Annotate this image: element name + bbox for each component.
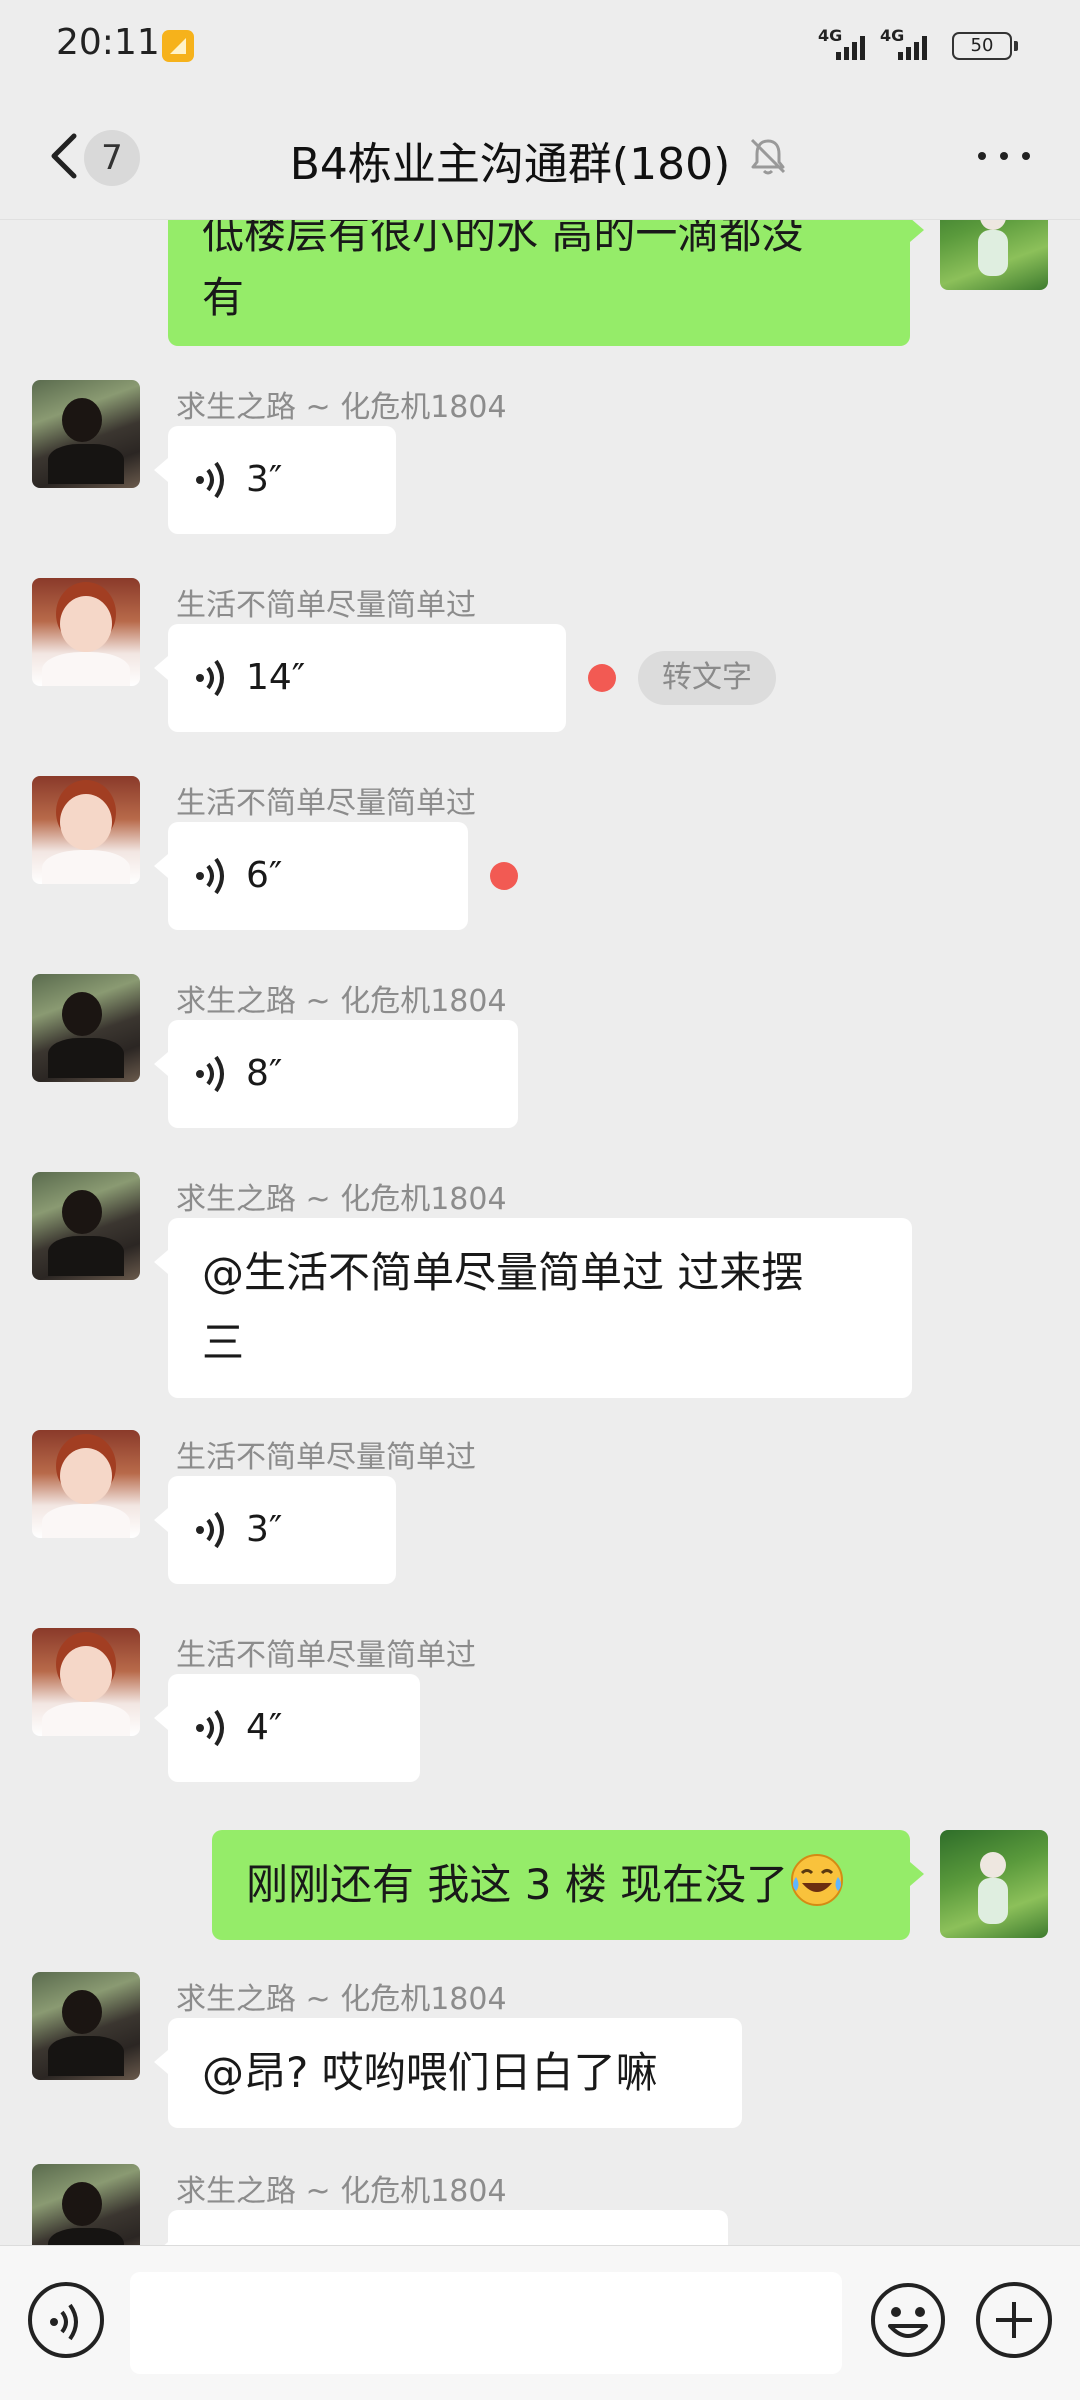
message-text: 刚刚还有 我这 3 楼 现在没了 [246, 1860, 789, 1909]
sender-avatar[interactable] [32, 578, 140, 686]
voice-message[interactable]: 3″ [154, 426, 396, 534]
sender-avatar[interactable] [32, 974, 140, 1082]
battery-icon: 50 [952, 32, 1018, 60]
voice-duration: 3″ [246, 1509, 283, 1550]
voice-duration: 6″ [246, 855, 283, 896]
voice-message[interactable]: 6″ [154, 822, 468, 930]
convert-to-text-button[interactable]: 转文字 [638, 651, 776, 705]
sender-avatar[interactable] [32, 1172, 140, 1280]
voice-wave-icon [196, 1055, 224, 1093]
sender-avatar[interactable] [32, 2164, 140, 2245]
sender-avatar[interactable] [32, 380, 140, 488]
unread-voice-dot [490, 862, 518, 890]
more-options-button[interactable] [974, 140, 1034, 170]
status-time: 20:11 [56, 22, 160, 63]
plus-button[interactable] [976, 2282, 1052, 2358]
my-avatar[interactable] [940, 1830, 1048, 1938]
message-bubble-outgoing[interactable]: 低楼层有很小的水 高的一滴都没 有 [168, 220, 924, 346]
unread-voice-dot [588, 664, 616, 692]
input-bar [0, 2245, 1080, 2400]
voice-mode-icon [50, 2303, 78, 2341]
voice-wave-icon [196, 1511, 224, 1549]
emoji-icon[interactable] [868, 2280, 948, 2360]
sender-name: 求生之路 ~ 化危机1804 [176, 390, 507, 425]
message-bubble-incoming[interactable]: @昂? 哎哟喂们日白了嘛 [154, 2018, 742, 2128]
chat-header: 7 B4栋业主沟通群(180) [0, 90, 1080, 220]
sender-avatar[interactable] [32, 1628, 140, 1736]
voice-message[interactable]: 14″ [154, 624, 566, 732]
signal-icon-2 [888, 36, 932, 60]
muted-bell-icon [751, 138, 786, 175]
message-text: @生活不简单尽量简单过 过来摆 [202, 1248, 804, 1297]
voice-message[interactable]: 4″ [154, 1674, 420, 1782]
sender-name: 生活不简单尽量简单过 [176, 1440, 476, 1475]
message-bubble-outgoing[interactable]: 刚刚还有 我这 3 楼 现在没了 [212, 1830, 924, 1940]
signal-icon [826, 36, 870, 60]
sender-name: 求生之路 ~ 化危机1804 [176, 1982, 507, 2017]
chat-title: B4栋业主沟通群(180) [0, 128, 1080, 192]
voice-wave-icon [196, 461, 224, 499]
voice-duration: 8″ [246, 1053, 283, 1094]
message-bubble-incoming[interactable]: @生活不简单尽量简单过 过来摆 三 [154, 1218, 912, 1398]
notification-app-icon [162, 30, 194, 62]
voice-wave-icon [196, 857, 224, 895]
laugh-cry-emoji-icon [791, 1854, 844, 1906]
sender-name: 求生之路 ~ 化危机1804 [176, 2174, 507, 2209]
message-text: 低楼层有很小的水 高的一滴都没 [202, 220, 804, 258]
sender-avatar[interactable] [32, 776, 140, 884]
sender-name: 生活不简单尽量简单过 [176, 1638, 476, 1673]
my-avatar[interactable] [940, 220, 1048, 290]
voice-duration: 4″ [246, 1707, 283, 1748]
voice-message[interactable]: 8″ [154, 1020, 518, 1128]
sender-avatar[interactable] [32, 1430, 140, 1538]
voice-duration: 14″ [246, 657, 306, 698]
group-name: B4栋业主沟通群(180) [289, 139, 731, 190]
message-text: 三 [202, 1318, 245, 1367]
voice-wave-icon [196, 659, 224, 697]
sender-name: 生活不简单尽量简单过 [176, 786, 476, 821]
sender-name: 求生之路 ~ 化危机1804 [176, 1182, 507, 1217]
sender-name: 生活不简单尽量简单过 [176, 588, 476, 623]
message-text: 有 [202, 273, 245, 322]
voice-message[interactable]: 3″ [154, 1476, 396, 1584]
message-input[interactable] [130, 2272, 842, 2374]
sender-name: 求生之路 ~ 化危机1804 [176, 984, 507, 1019]
message-bubble-incoming[interactable] [154, 2210, 728, 2245]
sender-avatar[interactable] [32, 1972, 140, 2080]
voice-duration: 3″ [246, 459, 283, 500]
status-bar: 20:11 4G 4G 50 [0, 0, 1080, 90]
message-text: @昂? 哎哟喂们日白了嘛 [202, 2048, 658, 2097]
message-list[interactable]: 低楼层有很小的水 高的一滴都没 有 求生之路 ~ 化危机1804 3″ 生活不简… [0, 220, 1080, 2245]
voice-mode-button[interactable] [28, 2282, 104, 2358]
voice-wave-icon [196, 1709, 224, 1747]
